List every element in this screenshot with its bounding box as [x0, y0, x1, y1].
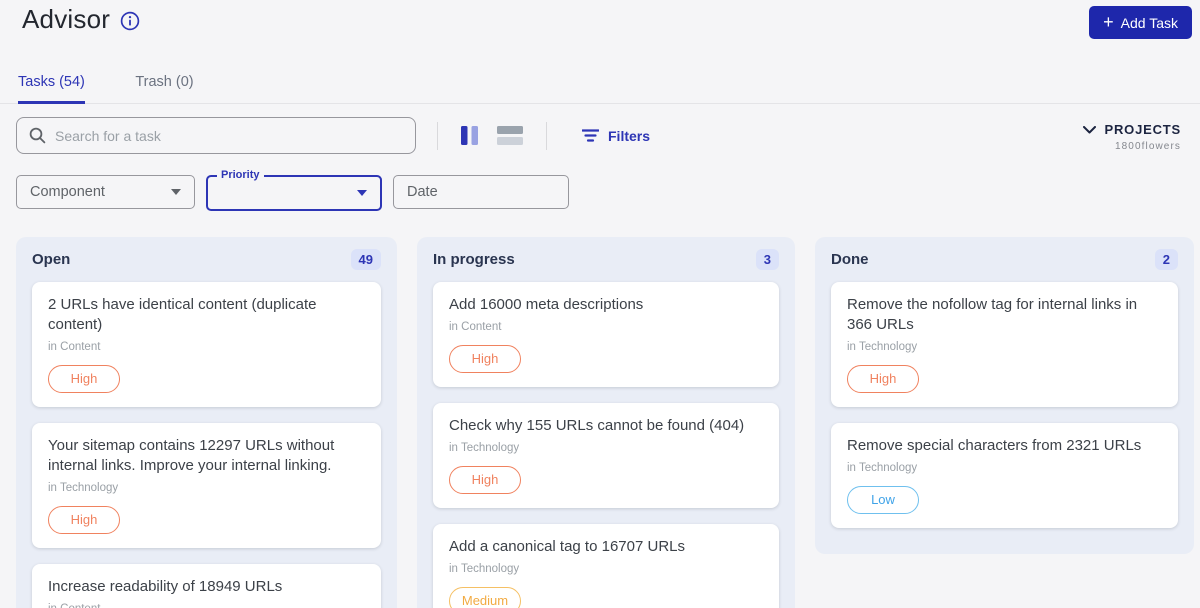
- date-filter-label: Date: [407, 184, 438, 200]
- task-title: Remove the nofollow tag for internal lin…: [847, 296, 1138, 333]
- task-priority-badge: High: [847, 365, 919, 393]
- search-box[interactable]: [16, 117, 416, 154]
- task-card[interactable]: Remove the nofollow tag for internal lin…: [831, 282, 1178, 407]
- board-column: Done 2 Remove the nofollow tag for inter…: [815, 237, 1194, 554]
- task-card[interactable]: Add 16000 meta descriptions in Content H…: [433, 282, 779, 387]
- task-category: in Technology: [847, 341, 918, 353]
- add-task-label: Add Task: [1120, 14, 1178, 31]
- task-category: in Content: [449, 321, 502, 333]
- plus-icon: +: [1103, 11, 1114, 32]
- task-priority-badge: Low: [847, 486, 919, 514]
- task-category: in Content: [48, 341, 101, 353]
- board-column: In progress 3 Add 16000 meta description…: [417, 237, 795, 608]
- projects-label: PROJECTS: [1104, 122, 1181, 137]
- component-filter-select[interactable]: Component: [16, 175, 195, 209]
- task-priority-badge: High: [449, 345, 521, 373]
- column-header: In progress 3: [417, 237, 795, 280]
- column-cards: 2 URLs have identical content (duplicate…: [16, 280, 397, 608]
- task-title: 2 URLs have identical content (duplicate…: [48, 296, 317, 333]
- info-icon[interactable]: [120, 11, 140, 31]
- task-title: Check why 155 URLs cannot be found (404): [449, 417, 745, 434]
- task-title: Remove special characters from 2321 URLs: [847, 437, 1142, 454]
- date-filter-input[interactable]: Date: [393, 175, 569, 209]
- task-card[interactable]: Increase readability of 18949 URLs in Co…: [32, 564, 381, 608]
- toolbar: Filters PROJECTS 1800flowers: [0, 117, 1200, 154]
- divider: [546, 121, 547, 150]
- task-priority-badge: Medium: [449, 587, 521, 608]
- page-title: Advisor: [22, 4, 111, 34]
- filters-button[interactable]: Filters: [582, 128, 650, 144]
- column-cards: Remove the nofollow tag for internal lin…: [815, 280, 1194, 528]
- column-title: Done: [831, 251, 869, 268]
- task-category: in Content: [48, 602, 365, 608]
- task-title: Your sitemap contains 12297 URLs without…: [48, 437, 335, 474]
- chevron-down-icon: [357, 190, 367, 196]
- tab-trash[interactable]: Trash (0): [135, 68, 193, 101]
- add-task-button[interactable]: + Add Task: [1089, 6, 1192, 39]
- priority-filter-select[interactable]: Priority: [206, 169, 382, 211]
- divider: [437, 121, 438, 150]
- tab-bar: Tasks (54) Trash (0): [0, 68, 1200, 104]
- column-count-badge: 3: [755, 249, 779, 270]
- column-title: In progress: [433, 251, 515, 268]
- board-column: Open 49 2 URLs have identical content (d…: [16, 237, 397, 608]
- task-title: Increase readability of 18949 URLs: [48, 578, 283, 595]
- search-input[interactable]: [55, 127, 403, 144]
- search-icon: [29, 127, 46, 144]
- filters-label: Filters: [608, 127, 651, 144]
- task-category: in Technology: [449, 563, 520, 575]
- task-category: in Technology: [48, 482, 119, 494]
- column-title: Open: [32, 251, 71, 268]
- current-project-name: 1800flowers: [1114, 141, 1181, 152]
- chevron-down-icon: [1082, 125, 1096, 134]
- column-cards: Add 16000 meta descriptions in Content H…: [417, 280, 795, 608]
- list-view-icon[interactable]: [495, 124, 525, 147]
- task-card[interactable]: Your sitemap contains 12297 URLs without…: [32, 423, 381, 548]
- kanban-board: Open 49 2 URLs have identical content (d…: [0, 237, 1200, 608]
- task-category: in Technology: [847, 462, 918, 474]
- task-title: Add 16000 meta descriptions: [449, 296, 644, 313]
- task-card[interactable]: 2 URLs have identical content (duplicate…: [32, 282, 381, 407]
- component-filter-label: Component: [30, 184, 105, 200]
- projects-selector[interactable]: PROJECTS 1800flowers: [1082, 122, 1181, 152]
- kanban-view-icon[interactable]: [459, 124, 480, 147]
- priority-filter-label: Priority: [217, 169, 264, 181]
- chevron-down-icon: [171, 189, 181, 195]
- tab-tasks[interactable]: Tasks (54): [18, 68, 85, 104]
- task-priority-badge: High: [48, 506, 120, 534]
- task-title: Add a canonical tag to 16707 URLs: [449, 538, 685, 555]
- filter-row: Component Priority Date: [0, 169, 1200, 211]
- task-priority-badge: High: [48, 365, 120, 393]
- task-priority-badge: High: [449, 466, 521, 494]
- column-count-badge: 49: [350, 249, 381, 270]
- column-header: Open 49: [16, 237, 397, 280]
- column-count-badge: 2: [1154, 249, 1178, 270]
- filter-icon: [582, 129, 599, 142]
- task-category: in Technology: [449, 442, 520, 454]
- task-card[interactable]: Add a canonical tag to 16707 URLs in Tec…: [433, 524, 779, 608]
- column-header: Done 2: [815, 237, 1194, 280]
- app-header: Advisor + Add Task: [0, 0, 1200, 44]
- task-card[interactable]: Check why 155 URLs cannot be found (404)…: [433, 403, 779, 508]
- task-card[interactable]: Remove special characters from 2321 URLs…: [831, 423, 1178, 528]
